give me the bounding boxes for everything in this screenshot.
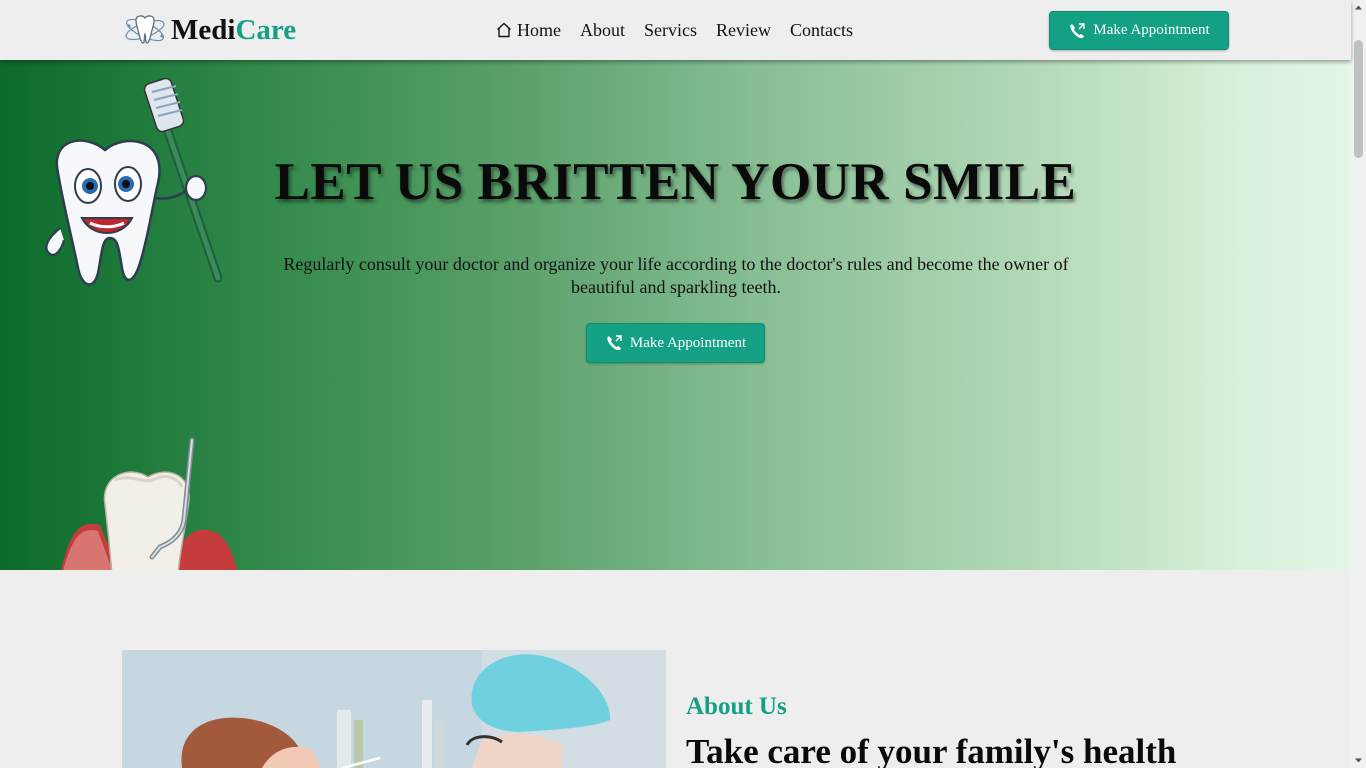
scroll-up-arrow-icon[interactable] (1351, 0, 1366, 15)
about-photo-dentist-patient (122, 650, 666, 768)
hero-section: LET US BRITTEN YOUR SMILE Regularly cons… (0, 60, 1351, 570)
tooth-dental-tool-illustration (61, 437, 237, 570)
nav-item-contacts[interactable]: Contacts (790, 19, 853, 41)
logo-link[interactable]: MediCare (123, 12, 296, 48)
hero-make-appointment-button[interactable]: Make Appointment (586, 323, 765, 363)
nav-make-appointment-button[interactable]: Make Appointment (1049, 11, 1229, 50)
hero-description: Regularly consult your doctor and organi… (283, 254, 1069, 297)
brand-name-part1: Medi (171, 14, 236, 46)
nav-item-services[interactable]: Servics (644, 19, 697, 41)
scroll-down-arrow-icon[interactable] (1351, 753, 1366, 768)
about-title: Take care of your family's health (686, 732, 1177, 768)
nav-item-home-label: Home (517, 20, 561, 40)
scrollbar-thumb[interactable] (1354, 40, 1363, 158)
tooth-logo-icon (125, 15, 165, 44)
phone-icon (607, 335, 622, 351)
nav-make-appointment-label: Make Appointment (1093, 22, 1210, 38)
page-scrollbar[interactable] (1351, 0, 1366, 768)
navbar: MediCare Home About Servics Review Conta… (0, 0, 1351, 60)
page: MediCare Home About Servics Review Conta… (0, 0, 1366, 768)
hero-make-appointment-label: Make Appointment (629, 334, 747, 351)
brand-name: MediCare (171, 12, 296, 48)
home-icon (497, 22, 511, 38)
phone-icon (1070, 22, 1086, 38)
about-eyebrow: About Us (686, 693, 787, 720)
nav-item-about[interactable]: About (580, 19, 625, 41)
nav-menu: Home About Servics Review Contacts (495, 19, 872, 41)
brand-name-part2: Care (235, 14, 297, 46)
dentist-patient-photo (122, 650, 666, 768)
nav-item-home[interactable]: Home (495, 19, 561, 41)
nav-item-review[interactable]: Review (716, 19, 771, 41)
hero-title: LET US BRITTEN YOUR SMILE (274, 153, 1077, 211)
